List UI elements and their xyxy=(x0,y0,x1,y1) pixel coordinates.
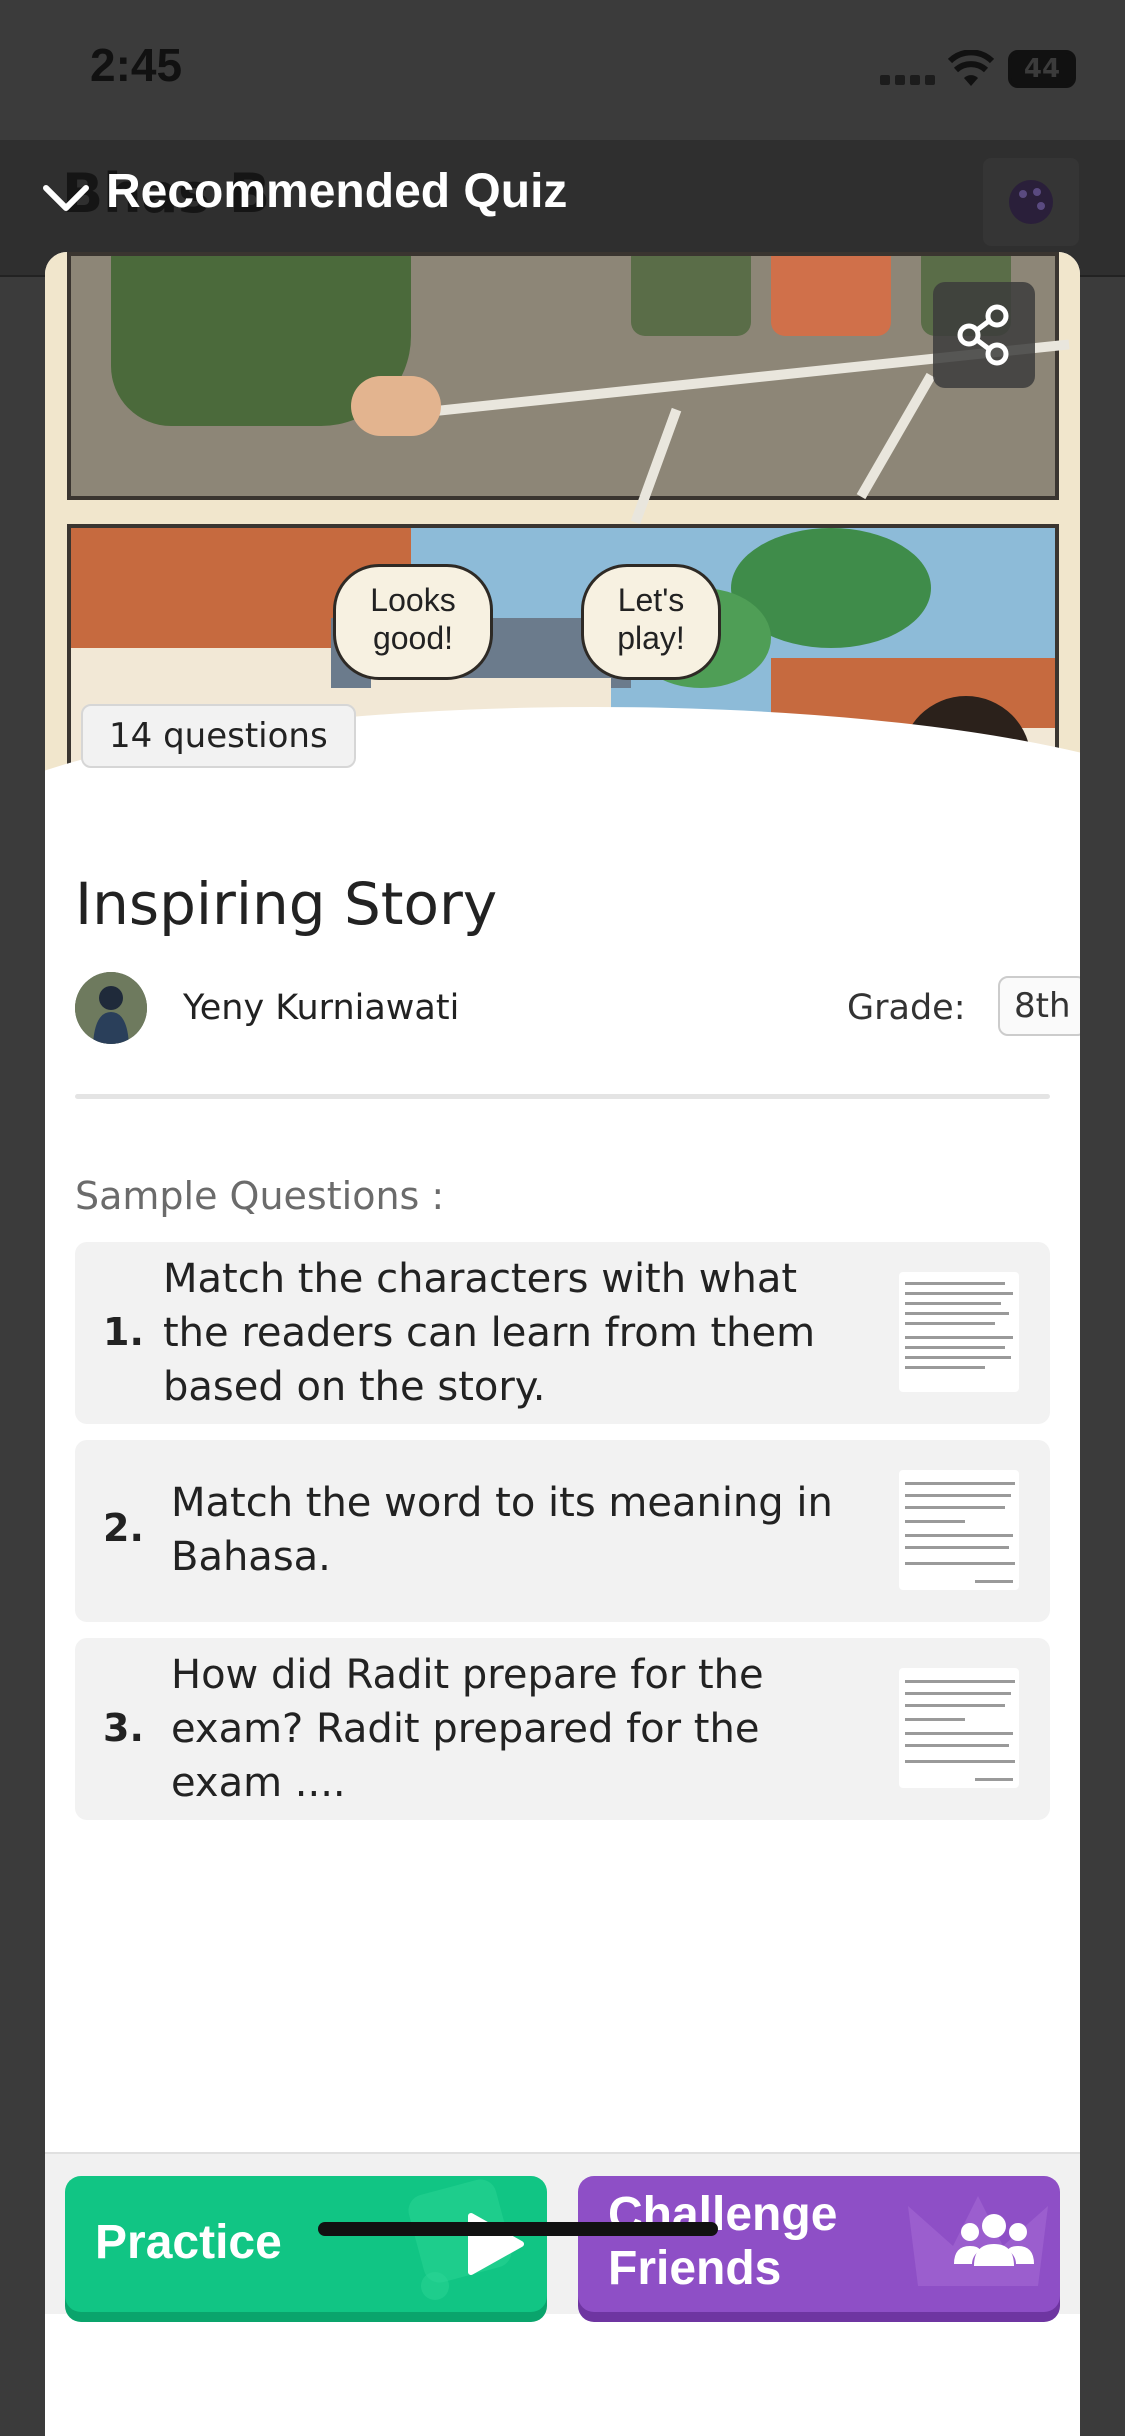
challenge-friends-button[interactable]: Challenge Friends xyxy=(578,2176,1060,2312)
author-avatar[interactable] xyxy=(75,972,147,1044)
sample-question-card[interactable]: 2. Match the word to its meaning in Baha… xyxy=(75,1440,1050,1622)
grade-badge: 8th xyxy=(998,976,1080,1036)
chevron-down-icon[interactable] xyxy=(40,178,92,218)
question-number: 2. xyxy=(103,1506,144,1550)
question-number: 3. xyxy=(103,1706,144,1750)
grade-label: Grade: xyxy=(847,988,966,1028)
modal-title: Recommended Quiz xyxy=(106,165,568,218)
home-indicator[interactable] xyxy=(318,2222,718,2236)
author-name[interactable]: Yeny Kurniawati xyxy=(183,988,459,1028)
quiz-title: Inspiring Story xyxy=(75,870,498,938)
status-time: 2:45 xyxy=(90,39,183,91)
question-text: Match the word to its meaning in Bahasa. xyxy=(171,1480,833,1580)
avatar-image xyxy=(75,972,147,1044)
comic-panel-top xyxy=(67,252,1070,525)
quiz-cover-image: Looks good! Let's play! 14 questions xyxy=(45,252,1080,792)
modal-header: Recommended Quiz xyxy=(40,160,1080,230)
cellular-signal-icon xyxy=(880,70,940,85)
question-thumbnail xyxy=(899,1272,1019,1392)
users-icon xyxy=(954,2214,1034,2266)
author-row: Yeny Kurniawati Grade: 8th xyxy=(75,972,1080,1046)
sample-question-card[interactable]: 1. Match the characters with what the re… xyxy=(75,1242,1050,1424)
question-thumbnail xyxy=(899,1470,1019,1590)
share-button[interactable] xyxy=(933,282,1035,388)
share-icon xyxy=(957,304,1009,366)
wifi-icon xyxy=(948,50,994,86)
question-number: 1. xyxy=(103,1310,144,1354)
quiz-sheet: Looks good! Let's play! 14 questions Ins… xyxy=(45,252,1080,2436)
question-count-badge: 14 questions xyxy=(81,704,356,768)
sample-question-card[interactable]: 3. How did Radit prepare for the exam? R… xyxy=(75,1638,1050,1820)
sample-questions-label: Sample Questions : xyxy=(75,1174,445,1218)
practice-button[interactable]: Practice xyxy=(65,2176,547,2312)
status-bar: 2:45 44 xyxy=(0,0,1125,140)
battery-indicator: 44 xyxy=(1008,50,1076,88)
speech-bubble-left: Looks good! xyxy=(333,564,493,680)
question-text: How did Radit prepare for the exam? Radi… xyxy=(171,1652,764,1806)
speech-bubble-right: Let's play! xyxy=(581,564,721,680)
divider xyxy=(75,1094,1050,1099)
question-text: Match the characters with what the reade… xyxy=(163,1256,816,1410)
question-thumbnail xyxy=(899,1668,1019,1788)
challenge-label: Challenge Friends xyxy=(608,2188,838,2295)
practice-label: Practice xyxy=(95,2216,282,2269)
